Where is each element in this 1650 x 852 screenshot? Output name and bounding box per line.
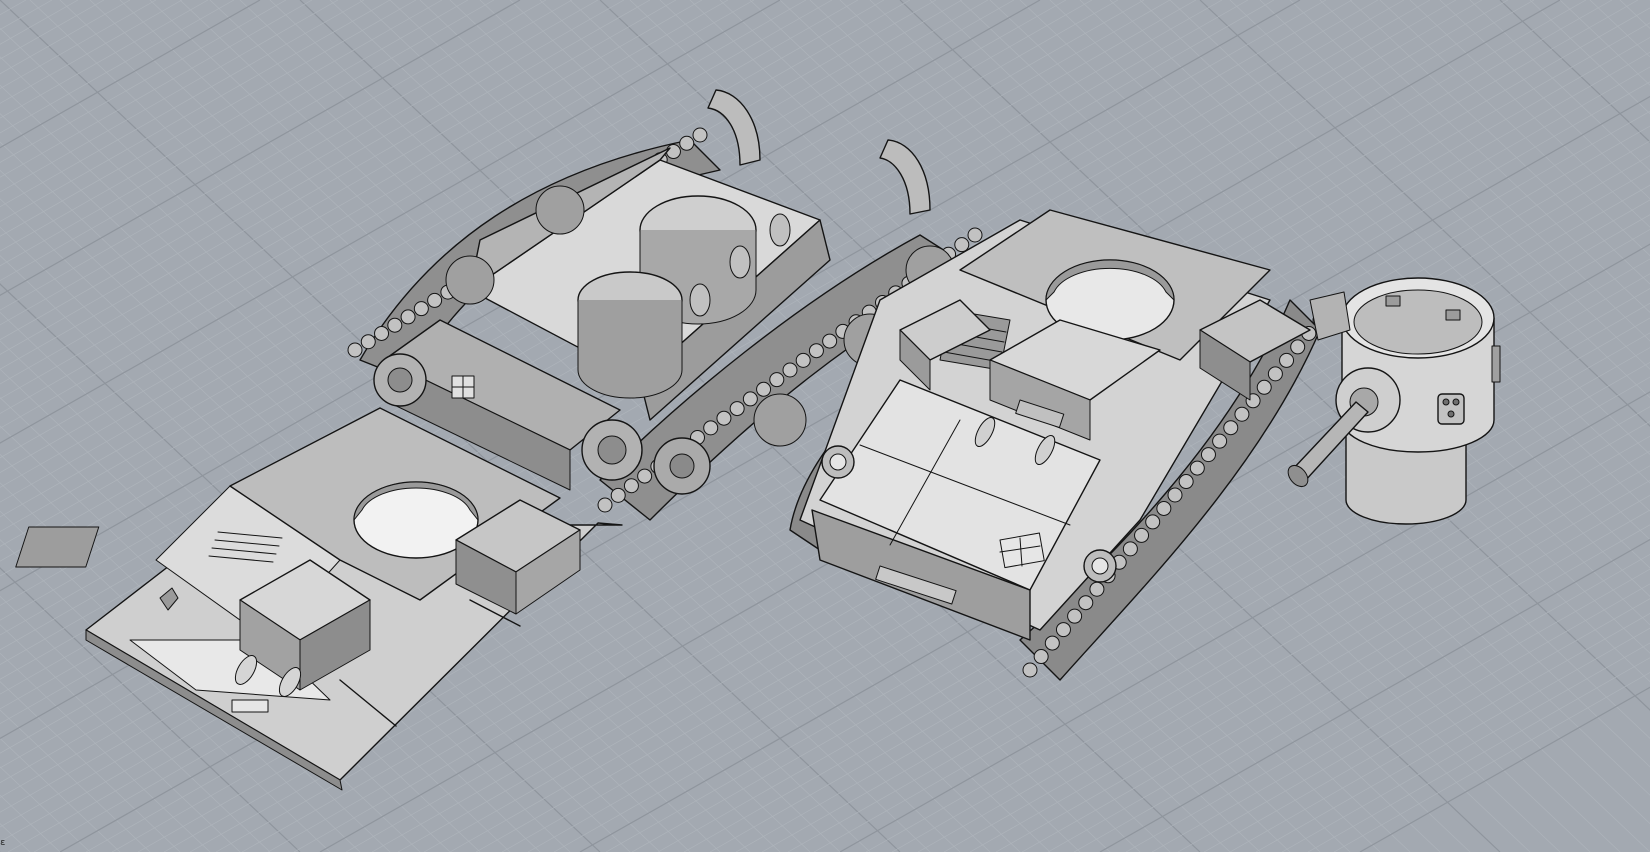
track-link (1067, 608, 1083, 624)
track-link (1033, 649, 1049, 665)
track-link (1290, 339, 1306, 355)
track-link (1078, 595, 1094, 611)
track-link (729, 401, 745, 417)
track-link (769, 372, 785, 388)
track-link (716, 410, 732, 426)
grid-line (0, 0, 105, 60)
track-link (679, 135, 695, 151)
grid-line (0, 0, 261, 149)
track-link (360, 334, 376, 350)
track-link (427, 292, 443, 308)
track-link (1178, 474, 1194, 490)
viewport-canvas[interactable] (0, 0, 1650, 852)
track-link (623, 478, 639, 494)
track-link (1167, 487, 1183, 503)
track-link (1234, 406, 1250, 422)
track-link (1134, 527, 1150, 543)
track-link (1022, 662, 1038, 678)
track-link (400, 309, 416, 325)
track-link (756, 381, 772, 397)
track-link (347, 342, 363, 358)
track-link (597, 497, 613, 513)
track-link (665, 144, 681, 160)
track-link (1122, 541, 1138, 557)
track-link (822, 333, 838, 349)
fender-rear-left (707, 89, 761, 166)
detached-turret[interactable] (1284, 277, 1501, 525)
track-link (1055, 622, 1071, 638)
track-link (795, 352, 811, 368)
track-link (374, 325, 390, 341)
track-link (413, 301, 429, 317)
grid-line (0, 0, 131, 75)
track-link (1267, 366, 1283, 382)
track-link (610, 487, 626, 503)
turret-vision-block (1437, 393, 1465, 425)
track-link (954, 237, 970, 253)
grid-line (0, 0, 79, 45)
track-link (1156, 500, 1172, 516)
track-link (808, 343, 824, 359)
track-link (1089, 581, 1105, 597)
track-link (703, 420, 719, 436)
engine-vent (15, 526, 100, 568)
track-link (1145, 514, 1161, 530)
track-link (742, 391, 758, 407)
track-link (637, 468, 653, 484)
track-link (692, 127, 708, 143)
track-link (782, 362, 798, 378)
track-link (387, 317, 403, 333)
rhino-perspective-viewport[interactable]: ε (0, 0, 1650, 852)
track-link (967, 227, 983, 243)
track-link (1279, 352, 1295, 368)
fender-rear-right (879, 139, 931, 215)
coordinate-glyph: ε (0, 838, 6, 848)
grid-line (0, 0, 157, 90)
track-link (1212, 433, 1228, 449)
track-link (1223, 420, 1239, 436)
track-link (1044, 635, 1060, 651)
track-link (1256, 379, 1272, 395)
track-link (1200, 447, 1216, 463)
track-link (1189, 460, 1205, 476)
